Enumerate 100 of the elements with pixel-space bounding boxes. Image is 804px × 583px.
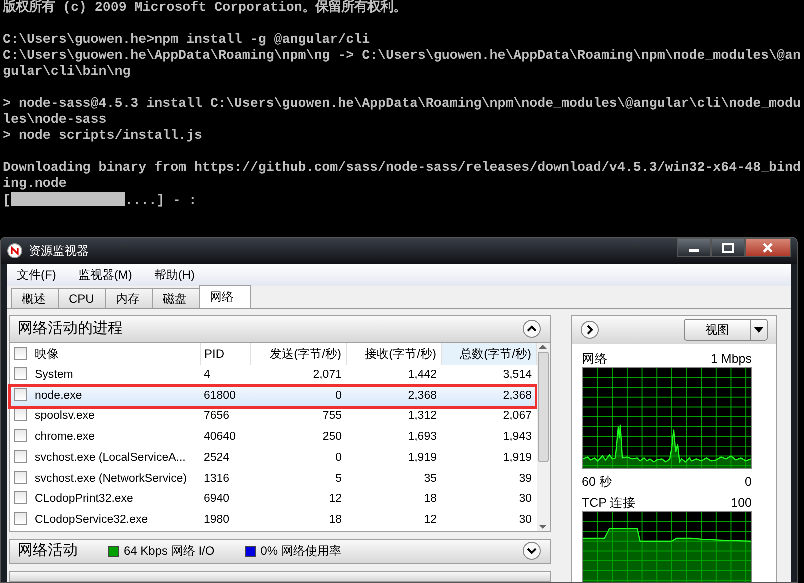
table-cell: 12	[424, 514, 437, 526]
table-cell: node.exe	[35, 390, 82, 402]
tab[interactable]: 概述	[11, 288, 59, 308]
window-title: 资源监视器	[29, 243, 89, 260]
expand-right-icon[interactable]	[580, 320, 600, 340]
row-checkbox[interactable]	[14, 512, 27, 525]
table-row[interactable]: spoolsv.exe 7656 755 1,312 2,067	[10, 406, 536, 428]
console-text: [	[3, 193, 11, 208]
table-cell: 30	[519, 514, 532, 526]
console-line: ing.node	[3, 176, 68, 192]
table-cell: 61800	[204, 390, 236, 402]
section-header[interactable]	[9, 570, 551, 582]
graph-title: TCP 连接	[582, 495, 636, 511]
legend-label: 64 Kbps 网络 I/O	[124, 543, 215, 560]
scrollbar[interactable]	[536, 343, 550, 531]
table-row[interactable]: CLodopService32.exe 1980 18 12 30	[10, 510, 536, 531]
table-cell: 1,919	[408, 452, 437, 464]
close-button[interactable]	[745, 238, 791, 257]
scroll-down-icon[interactable]	[539, 523, 548, 531]
table-cell: 4	[204, 368, 210, 381]
table-cell: 2,368	[408, 390, 437, 402]
table-cell: CLodopPrint32.exe	[35, 493, 134, 506]
table-cell: 30	[519, 493, 532, 506]
row-checkbox[interactable]	[14, 429, 27, 442]
menu-item[interactable]: 文件(F)	[15, 266, 58, 284]
graph-max-label: 1 Mbps	[711, 351, 752, 367]
table-cell: chrome.exe	[35, 431, 96, 443]
console-line: C:\Users\guowen.he\AppData\Roaming\npm\ng -> C:\Users\guowen.he\AppData\Roaming\npm\node_modules\@an	[3, 48, 801, 64]
header-checkbox[interactable]	[14, 347, 27, 360]
table-cell: 755	[322, 410, 342, 422]
table-cell: svchost.exe (NetworkService)	[35, 472, 188, 484]
console-text: ....] - :	[124, 193, 197, 208]
table-cell: CLodopService32.exe	[35, 514, 148, 526]
legend-label: 0% 网络使用率	[260, 543, 342, 560]
caret-icon	[754, 327, 764, 333]
column-header[interactable]: 总数(字节/秒)	[441, 343, 536, 365]
table-cell: 12	[329, 493, 342, 506]
table-cell: 0	[336, 390, 342, 402]
tab[interactable]: CPU	[58, 288, 106, 308]
row-checkbox[interactable]	[14, 470, 27, 484]
table-row[interactable]: svchost.exe (NetworkService) 1316 5 35 39	[10, 468, 536, 490]
close-icon	[762, 242, 774, 252]
highlighted-row[interactable]: node.exe 61800 0 2,368 2,368	[10, 386, 536, 406]
console-line: C:\Users\guowen.he>npm install -g @angular/cli	[3, 32, 372, 48]
table-cell: 1,442	[408, 368, 437, 381]
menu-item[interactable]: 监视器(M)	[76, 266, 134, 284]
maximize-button[interactable]	[711, 238, 745, 257]
table-row[interactable]: System 4 2,071 1,442 3,514	[10, 365, 536, 386]
table-cell: 1,312	[408, 410, 437, 422]
table-cell: 1980	[204, 514, 230, 526]
console-line: Downloading binary from https://github.com/sass/node-sass/releases/download/v4.5.3/win32-x64-48_bind	[3, 160, 801, 176]
table-cell: 40640	[204, 431, 236, 443]
expand-icon[interactable]	[522, 541, 542, 562]
section-header[interactable]: 网络活动的进程	[9, 315, 551, 343]
table-row[interactable]: chrome.exe 40640 250 1,693 1,943	[10, 427, 536, 448]
tab[interactable]: 网络	[199, 285, 251, 308]
table-row[interactable]: CLodopPrint32.exe 6940 12 18 30	[10, 490, 536, 510]
table-cell: 3,514	[503, 368, 532, 381]
row-checkbox[interactable]	[14, 388, 27, 400]
graph-max-label: 100	[731, 495, 752, 511]
table-cell: 0	[336, 452, 342, 464]
table-cell: System	[35, 368, 74, 381]
minimize-button[interactable]	[677, 238, 711, 257]
table-cell: spoolsv.exe	[35, 410, 95, 422]
tab[interactable]: 内存	[105, 288, 153, 308]
table-cell: 35	[424, 472, 437, 484]
graph-time-label: 60 秒	[582, 474, 612, 490]
table-cell: 2,071	[313, 368, 342, 381]
table-cell: 6940	[204, 493, 230, 506]
console-line: 版权所有 (c) 2009 Microsoft Corporation。保留所有权利。	[3, 0, 408, 16]
table-cell: svchost.exe (LocalServiceA...	[35, 452, 186, 464]
row-checkbox[interactable]	[14, 450, 27, 463]
graph-title: 网络	[582, 351, 608, 367]
table-cell: 2,067	[503, 410, 532, 422]
graph-min-label: 0	[745, 474, 752, 490]
tab[interactable]: 磁盘	[152, 288, 200, 308]
table-cell: 1,693	[408, 431, 437, 443]
table-cell: 1,943	[503, 431, 532, 443]
row-checkbox[interactable]	[14, 491, 27, 504]
table-cell: 18	[329, 514, 342, 526]
table-cell: 18	[424, 493, 437, 506]
table-cell: 1316	[204, 472, 230, 484]
table-cell: 5	[336, 472, 342, 484]
column-header[interactable]: 发送(字节/秒)	[250, 343, 346, 365]
row-checkbox[interactable]	[14, 366, 27, 380]
console-line: > node scripts/install.js	[3, 128, 204, 144]
collapse-icon[interactable]	[522, 319, 542, 339]
table-cell: 2524	[204, 452, 230, 464]
section-title: 网络活动的进程	[18, 318, 123, 339]
column-header[interactable]: PID	[200, 343, 250, 365]
column-header[interactable]: 接收(字节/秒)	[346, 343, 441, 365]
view-dropdown[interactable]: 视图	[684, 319, 768, 341]
table-cell: 39	[519, 472, 532, 484]
table-cell: 2,368	[503, 390, 532, 402]
section-header[interactable]: 网络活动 64 Kbps 网络 I/O 0% 网络使用率	[9, 539, 551, 564]
row-checkbox[interactable]	[14, 408, 27, 422]
table-cell: 7656	[204, 410, 230, 422]
menu-item[interactable]: 帮助(H)	[152, 266, 197, 284]
table-cell: 250	[322, 431, 342, 443]
table-row[interactable]: svchost.exe (LocalServiceA... 2524 0 1,919 1,919	[10, 448, 536, 469]
